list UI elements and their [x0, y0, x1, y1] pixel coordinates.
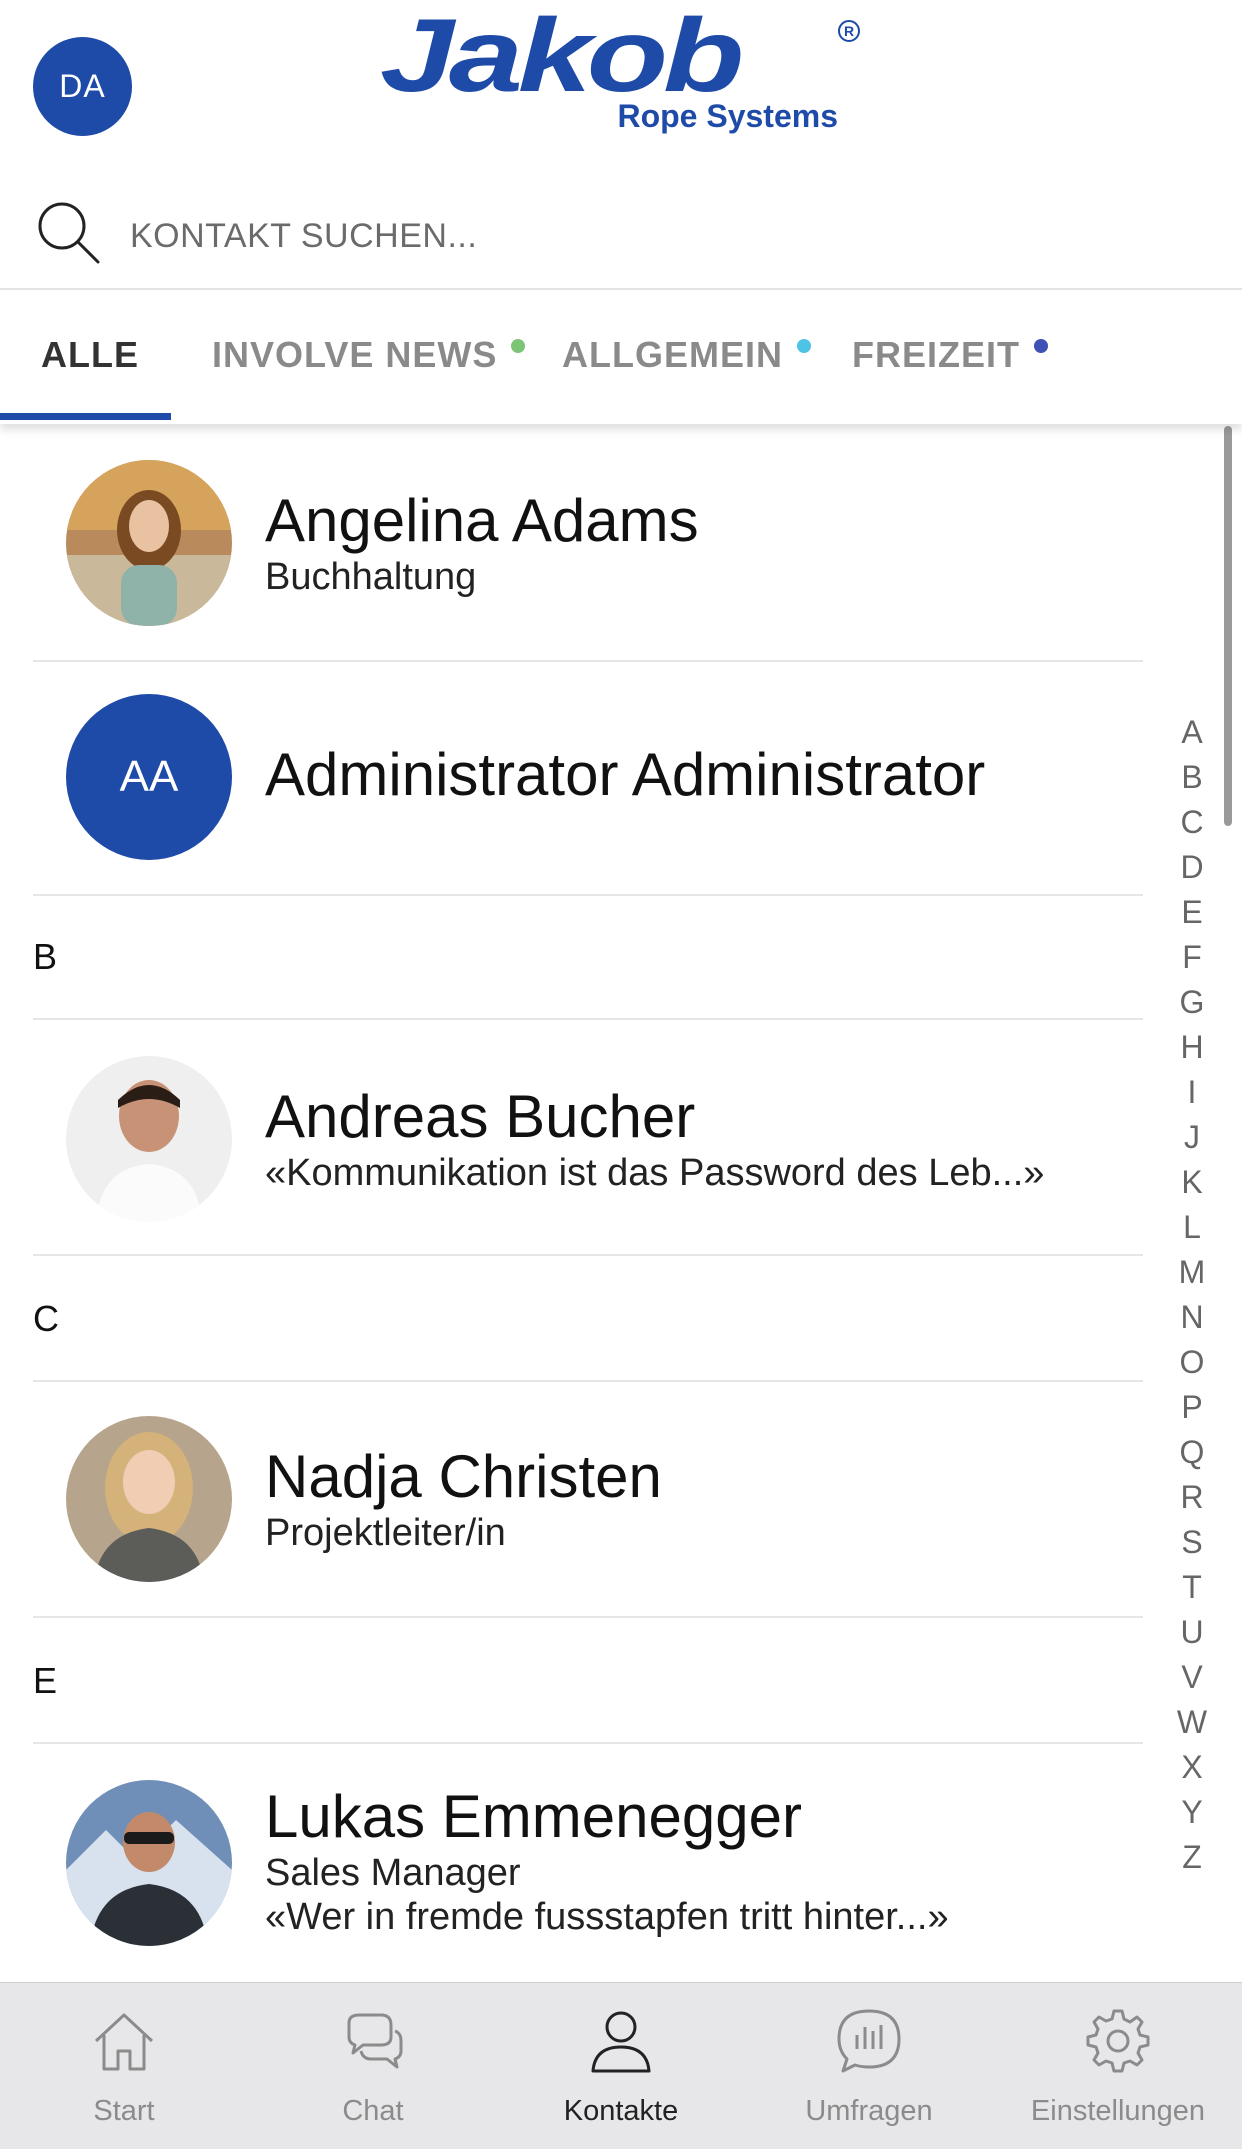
tab-label: ALLE	[41, 334, 139, 375]
nav-kontakte[interactable]: Kontakte	[497, 1983, 745, 2149]
contact-avatar: AA	[66, 694, 232, 860]
alphabet-letter[interactable]: E	[1172, 890, 1212, 935]
search-icon[interactable]	[32, 196, 104, 268]
section-letter: C	[33, 1298, 59, 1339]
alphabet-letter[interactable]: C	[1172, 800, 1212, 845]
nav-label: Einstellungen	[1030, 2095, 1206, 2127]
alphabet-index[interactable]: ABCDEFGHIJKLMNOPQRSTUVWXYZ	[1172, 710, 1212, 1880]
alphabet-letter[interactable]: Q	[1172, 1430, 1212, 1475]
contact-status: «Wer in fremde fussstapfen tritt hinter.…	[265, 1896, 949, 1938]
tab-alle[interactable]: ALLE	[41, 334, 139, 376]
tab-bar: ALLE INVOLVE NEWS ALLGEMEIN FREIZEIT	[0, 292, 1242, 424]
nav-label: Kontakte	[563, 2095, 679, 2127]
logo-subtitle: Rope Systems	[617, 98, 838, 134]
alphabet-letter[interactable]: Z	[1172, 1835, 1212, 1880]
nav-umfragen[interactable]: Umfragen	[745, 1983, 993, 2149]
alphabet-letter[interactable]: A	[1172, 710, 1212, 755]
tab-label: ALLGEMEIN	[562, 334, 783, 375]
alphabet-letter[interactable]: V	[1172, 1655, 1212, 1700]
alphabet-letter[interactable]: S	[1172, 1520, 1212, 1565]
nav-einstellungen[interactable]: Einstellungen	[994, 1983, 1242, 2149]
home-icon	[94, 2013, 154, 2071]
alphabet-letter[interactable]: F	[1172, 935, 1212, 980]
user-avatar[interactable]: DA	[33, 37, 132, 136]
search-input[interactable]	[130, 208, 1030, 264]
search-bar	[0, 180, 1242, 290]
user-initials: DA	[59, 68, 106, 104]
contact-name: Andreas Bucher	[265, 1083, 696, 1150]
alphabet-letter[interactable]: L	[1172, 1205, 1212, 1250]
alphabet-letter[interactable]: H	[1172, 1025, 1212, 1070]
alphabet-letter[interactable]: X	[1172, 1745, 1212, 1790]
alphabet-letter[interactable]: G	[1172, 980, 1212, 1025]
contact-avatar	[66, 1056, 232, 1222]
contact-name: Lukas Emmenegger	[265, 1783, 802, 1850]
contact-list: Angelina Adams Buchhaltung AA Administra…	[0, 424, 1242, 1980]
nav-chat[interactable]: Chat	[249, 1983, 497, 2149]
contact-initials: AA	[66, 694, 232, 860]
app-header: DA Jakob R Rope Systems	[0, 0, 1242, 175]
jakob-logo: Jakob R Rope Systems	[380, 4, 860, 138]
section-letter: B	[33, 936, 58, 977]
tab-status-dot	[797, 339, 811, 353]
alphabet-letter[interactable]: P	[1172, 1385, 1212, 1430]
section-header: E	[33, 1618, 1143, 1744]
alphabet-letter[interactable]: B	[1172, 755, 1212, 800]
tab-label: INVOLVE NEWS	[212, 334, 498, 375]
scrollbar[interactable]	[1224, 426, 1232, 826]
alphabet-letter[interactable]: U	[1172, 1610, 1212, 1655]
nav-label: Start	[93, 2095, 155, 2127]
bottom-nav: Start Chat Kontakte Umfragen Einstellung…	[0, 1982, 1242, 2149]
contact-avatar	[66, 460, 232, 626]
contact-avatar	[66, 1780, 232, 1946]
contact-name: Angelina Adams	[265, 487, 699, 554]
alphabet-letter[interactable]: M	[1172, 1250, 1212, 1295]
section-letter: E	[33, 1660, 58, 1701]
tab-freizeit[interactable]: FREIZEIT	[852, 334, 1048, 376]
contact-icon	[591, 2011, 651, 2073]
tab-involve-news[interactable]: INVOLVE NEWS	[212, 334, 526, 376]
contact-name: Nadja Christen	[265, 1443, 662, 1510]
section-header: B	[33, 896, 1143, 1020]
alphabet-letter[interactable]: R	[1172, 1475, 1212, 1520]
tab-status-dot	[1034, 339, 1048, 353]
section-header: C	[33, 1256, 1143, 1382]
gear-icon	[1086, 2009, 1150, 2073]
contact-subtitle: Projektleiter/in	[265, 1512, 506, 1554]
alphabet-letter[interactable]: O	[1172, 1340, 1212, 1385]
contact-subtitle: Buchhaltung	[265, 556, 477, 598]
alphabet-letter[interactable]: T	[1172, 1565, 1212, 1610]
contact-subtitle: Sales Manager	[265, 1852, 521, 1894]
registered-mark: R	[838, 20, 860, 42]
chat-icon	[347, 2013, 403, 2069]
tab-allgemein[interactable]: ALLGEMEIN	[562, 334, 811, 376]
alphabet-letter[interactable]: Y	[1172, 1790, 1212, 1835]
contact-row[interactable]: Nadja Christen Projektleiter/in	[33, 1382, 1143, 1618]
nav-label: Umfragen	[805, 2095, 933, 2127]
logo-wordmark: Jakob	[380, 0, 744, 114]
alphabet-letter[interactable]: J	[1172, 1115, 1212, 1160]
nav-start[interactable]: Start	[0, 1983, 248, 2149]
alphabet-letter[interactable]: W	[1172, 1700, 1212, 1745]
contact-row[interactable]: Angelina Adams Buchhaltung	[33, 424, 1143, 662]
contact-row[interactable]: AA Administrator Administrator	[33, 662, 1143, 896]
contact-row[interactable]: Andreas Bucher «Kommunikation ist das Pa…	[33, 1020, 1143, 1256]
tab-status-dot	[511, 339, 526, 353]
nav-label: Chat	[342, 2095, 404, 2127]
poll-icon	[837, 2009, 901, 2073]
contact-subtitle: «Kommunikation ist das Password des Leb.…	[265, 1152, 1045, 1194]
tab-label: FREIZEIT	[852, 334, 1020, 375]
contact-avatar	[66, 1416, 232, 1582]
alphabet-letter[interactable]: N	[1172, 1295, 1212, 1340]
alphabet-letter[interactable]: D	[1172, 845, 1212, 890]
contact-name: Administrator Administrator	[265, 741, 986, 808]
contact-row[interactable]: Lukas Emmenegger Sales Manager «Wer in f…	[33, 1744, 1143, 1980]
alphabet-letter[interactable]: K	[1172, 1160, 1212, 1205]
alphabet-letter[interactable]: I	[1172, 1070, 1212, 1115]
active-tab-indicator	[0, 413, 171, 420]
